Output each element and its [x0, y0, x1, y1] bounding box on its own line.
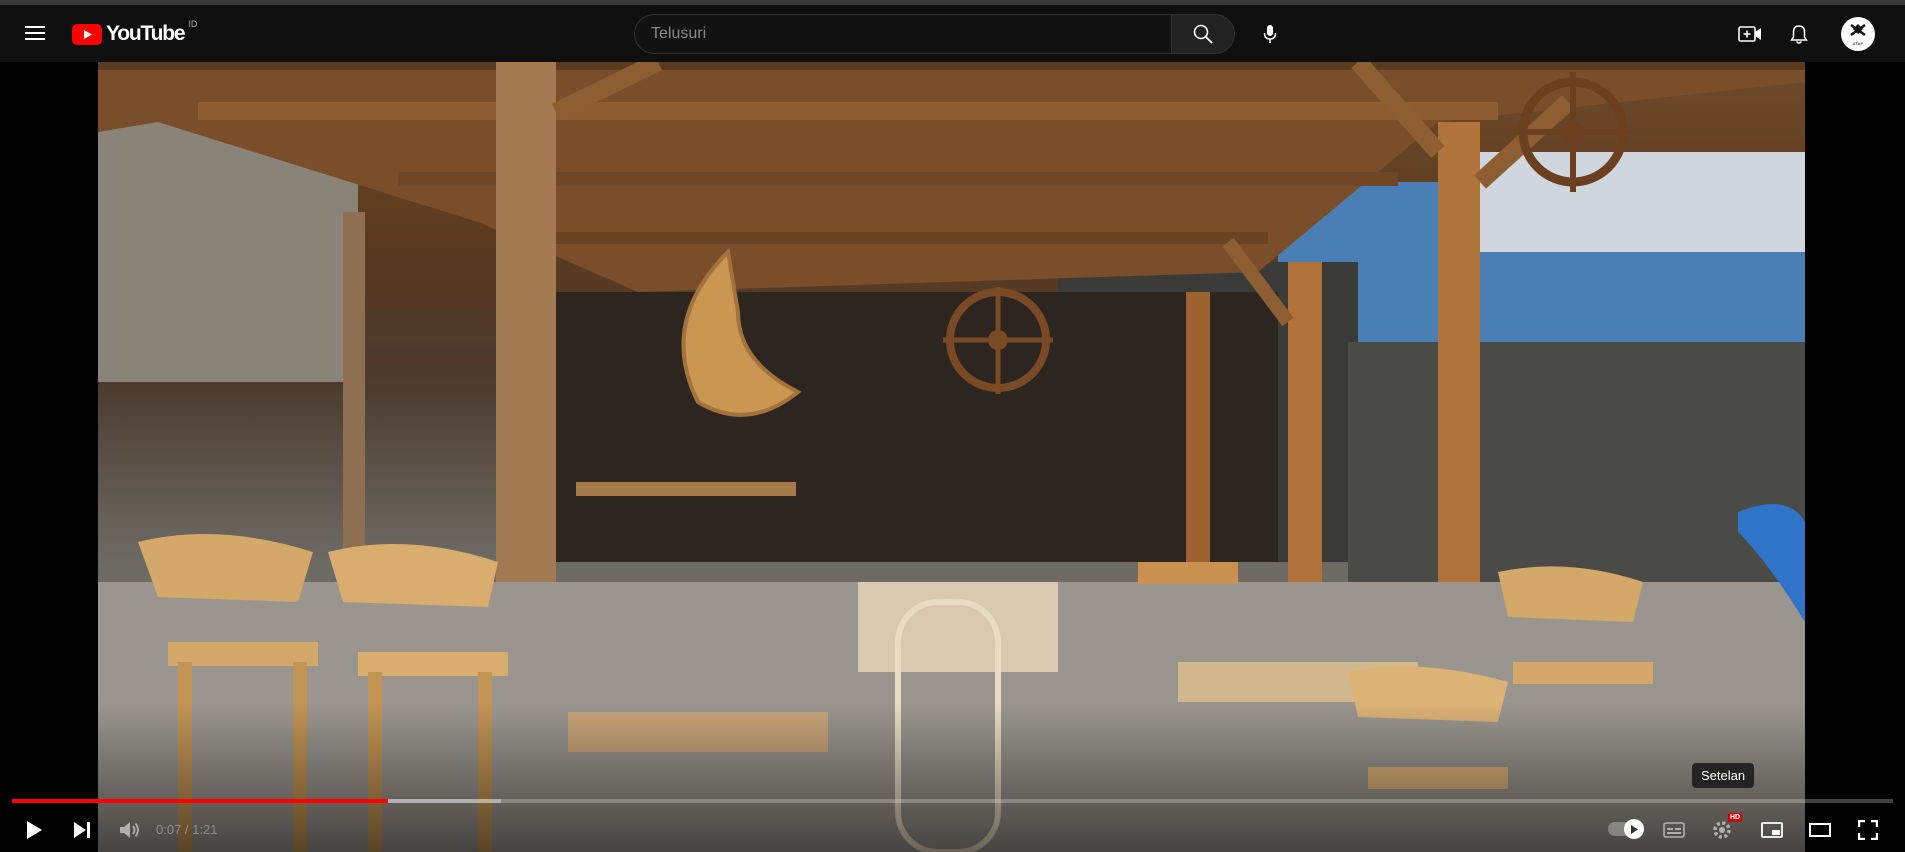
bell-icon: [1790, 24, 1808, 44]
masthead: YouTube ID Telusuri ATAP: [0, 5, 1905, 62]
avatar-label: ATAP: [1852, 41, 1864, 46]
country-code: ID: [188, 19, 198, 29]
youtube-logo[interactable]: YouTube ID: [72, 19, 198, 46]
subtitles-icon: [1663, 822, 1685, 838]
search-input[interactable]: [634, 14, 1171, 54]
logo-wordmark: YouTube: [106, 22, 186, 45]
search-icon: [1193, 24, 1213, 44]
progress-bar[interactable]: [12, 799, 1893, 803]
voice-search-button[interactable]: [1250, 14, 1290, 54]
gear-icon: [1713, 821, 1731, 839]
youtube-play-logo-icon: [72, 23, 102, 45]
theater-mode-icon: [1809, 823, 1831, 837]
skip-next-icon: [74, 822, 90, 838]
miniplayer-icon: [1761, 822, 1783, 838]
search-button[interactable]: [1171, 14, 1235, 54]
microphone-icon: [1263, 25, 1277, 43]
mute-button[interactable]: [110, 810, 150, 850]
avatar[interactable]: ATAP: [1841, 17, 1875, 51]
volume-icon: [120, 822, 139, 838]
fullscreen-icon: [1858, 820, 1878, 840]
settings-tooltip: Setelan: [1692, 763, 1755, 788]
play-button[interactable]: [14, 810, 54, 850]
video-scene-illustration: [98, 62, 1805, 852]
video-player[interactable]: Setelan 0:07 / 1:21 HD: [0, 62, 1905, 852]
theater-mode-button[interactable]: [1800, 810, 1840, 850]
hd-badge: HD: [1728, 813, 1743, 822]
video-frame[interactable]: [98, 62, 1805, 852]
autoplay-play-icon: [1631, 824, 1638, 834]
guide-menu-button[interactable]: [20, 18, 50, 48]
progress-played: [12, 799, 389, 803]
play-icon: [27, 821, 42, 839]
notifications-button[interactable]: [1779, 14, 1819, 54]
time-display: 0:07 / 1:21: [156, 822, 218, 837]
create-button[interactable]: [1730, 14, 1770, 54]
autoplay-knob: [1624, 819, 1644, 839]
fullscreen-button[interactable]: [1848, 810, 1888, 850]
hamburger-icon: [25, 26, 45, 40]
autoplay-toggle[interactable]: [1608, 819, 1644, 839]
search-bar: [634, 14, 1235, 54]
miniplayer-button[interactable]: [1752, 810, 1792, 850]
create-video-icon: [1738, 26, 1761, 42]
next-button[interactable]: [62, 810, 102, 850]
avatar-logo-icon: [1850, 23, 1866, 37]
subtitles-button[interactable]: [1654, 810, 1694, 850]
